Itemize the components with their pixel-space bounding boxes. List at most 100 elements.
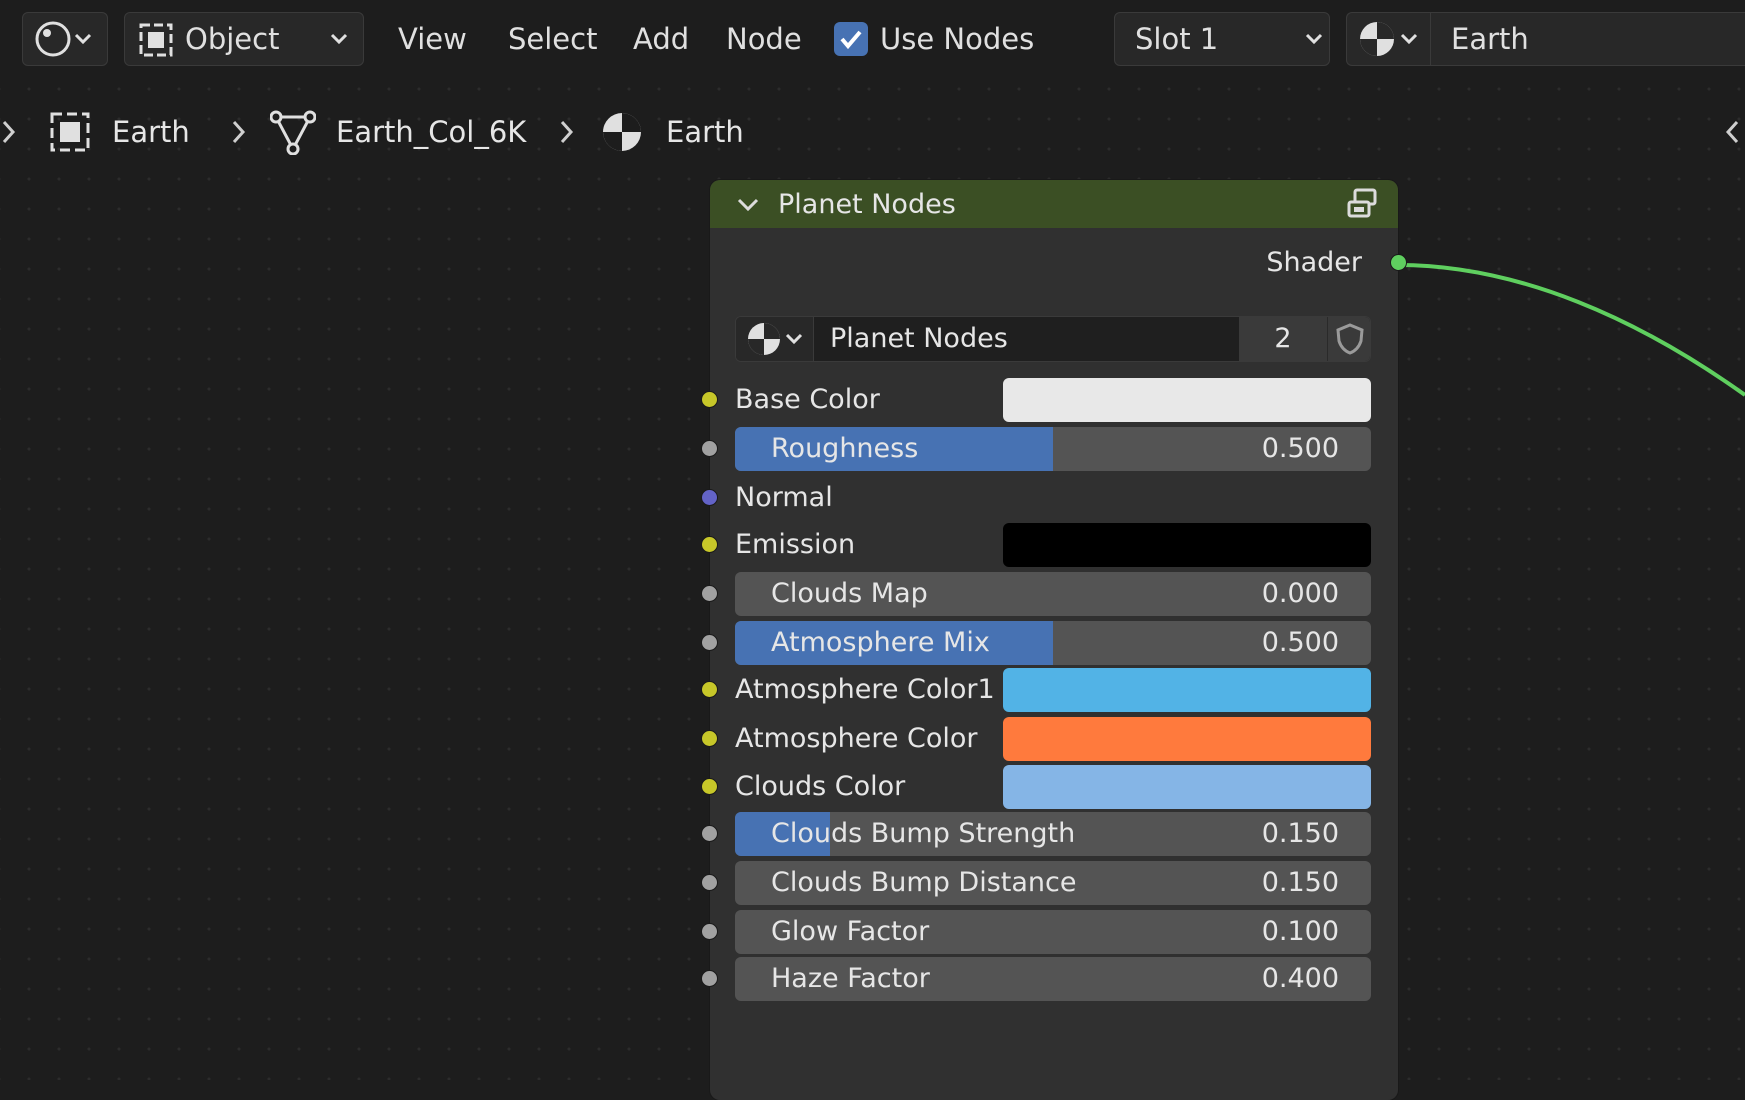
slider-value: 0.500 xyxy=(1261,627,1339,658)
mesh-icon xyxy=(270,110,316,155)
group-user-count[interactable]: 2 xyxy=(1239,317,1327,361)
use-nodes-checkbox[interactable] xyxy=(834,22,868,56)
breadcrumb-label: Earth xyxy=(112,115,190,149)
material-browse-button[interactable] xyxy=(1347,13,1431,65)
value-slider[interactable]: Clouds Bump Distance 0.150 xyxy=(735,861,1371,905)
value-slider[interactable]: Atmosphere Mix 0.500 xyxy=(735,621,1371,665)
slot-label: Slot 1 xyxy=(1135,22,1219,56)
input-socket[interactable] xyxy=(701,391,718,408)
group-name[interactable]: Planet Nodes xyxy=(830,317,1008,361)
input-row-base-color: Base Color xyxy=(701,377,1398,423)
node-header[interactable]: Planet Nodes xyxy=(710,180,1398,228)
slider-label: Glow Factor xyxy=(771,916,930,947)
editor-type-button[interactable] xyxy=(22,12,108,66)
input-socket[interactable] xyxy=(701,681,718,698)
input-row-glow-factor: Glow Factor 0.100 xyxy=(701,909,1398,955)
material-name[interactable]: Earth xyxy=(1451,22,1529,56)
output-shader-label: Shader xyxy=(1266,247,1362,278)
breadcrumb-separator-icon xyxy=(232,120,246,144)
collapse-chevron-icon[interactable] xyxy=(736,192,760,216)
menu-view[interactable]: View xyxy=(398,20,467,58)
color-swatch[interactable] xyxy=(1003,668,1371,712)
editor-header: Object View Select Add Node Use Nodes Sl… xyxy=(0,0,1745,78)
input-socket[interactable] xyxy=(701,634,718,651)
value-slider[interactable]: Roughness 0.500 xyxy=(735,427,1371,471)
slider-label: Clouds Bump Distance xyxy=(771,867,1077,898)
input-row-clouds-bump-strength: Clouds Bump Strength 0.150 xyxy=(701,811,1398,857)
material-icon xyxy=(603,113,641,151)
input-socket[interactable] xyxy=(701,730,718,747)
breadcrumb-separator-icon xyxy=(560,120,574,144)
shield-icon xyxy=(1336,323,1364,355)
input-label: Emission xyxy=(735,529,856,560)
input-socket[interactable] xyxy=(701,585,718,602)
breadcrumb-label: Earth xyxy=(666,115,744,149)
shader-output-socket[interactable] xyxy=(1390,254,1407,271)
input-row-normal: Normal xyxy=(701,475,1398,521)
menu-add[interactable]: Add xyxy=(633,20,689,58)
input-row-haze-factor: Haze Factor 0.400 xyxy=(701,956,1398,1002)
slider-value: 0.100 xyxy=(1261,916,1339,947)
use-nodes-label[interactable]: Use Nodes xyxy=(880,20,1034,58)
input-socket[interactable] xyxy=(701,923,718,940)
slider-label: Clouds Bump Strength xyxy=(771,818,1076,849)
input-socket[interactable] xyxy=(701,536,718,553)
node-group-icon[interactable] xyxy=(1346,188,1380,220)
sidebar-toggle-icon[interactable] xyxy=(1722,108,1742,156)
input-row-atmosphere-color1: Atmosphere Color1 xyxy=(701,667,1398,713)
input-row-atmosphere-color: Atmosphere Color xyxy=(701,716,1398,762)
input-row-atmosphere-mix: Atmosphere Mix 0.500 xyxy=(701,620,1398,666)
slider-label: Haze Factor xyxy=(771,963,930,994)
output-shader-row: Shader xyxy=(710,240,1407,286)
object-icon xyxy=(139,23,173,57)
slider-value: 0.000 xyxy=(1261,578,1339,609)
breadcrumb-item-material: Earth xyxy=(600,108,744,156)
slider-label: Roughness xyxy=(771,433,919,464)
value-slider[interactable]: Clouds Map 0.000 xyxy=(735,572,1371,616)
value-slider[interactable]: Clouds Bump Strength 0.150 xyxy=(735,812,1371,856)
input-row-emission: Emission xyxy=(701,522,1398,568)
input-label: Atmosphere Color1 xyxy=(735,674,995,705)
input-label: Clouds Color xyxy=(735,771,906,802)
group-browse-button[interactable] xyxy=(736,317,814,361)
menu-node[interactable]: Node xyxy=(726,20,802,58)
color-swatch[interactable] xyxy=(1003,765,1371,809)
input-label: Normal xyxy=(735,482,833,513)
breadcrumb-label: Earth_Col_6K xyxy=(336,115,527,149)
editor-type-icon xyxy=(35,21,71,57)
input-socket[interactable] xyxy=(701,440,718,457)
object-mode-label: Object xyxy=(185,22,280,56)
expand-arrow-icon[interactable] xyxy=(0,108,20,156)
slider-value: 0.400 xyxy=(1261,963,1339,994)
color-swatch[interactable] xyxy=(1003,523,1371,567)
input-row-clouds-bump-distance: Clouds Bump Distance 0.150 xyxy=(701,860,1398,906)
object-icon xyxy=(50,112,90,152)
node-group-selector[interactable]: Planet Nodes 2 xyxy=(735,316,1371,362)
value-slider[interactable]: Haze Factor 0.400 xyxy=(735,957,1371,1001)
chevron-down-icon xyxy=(1306,33,1323,45)
material-selector[interactable]: Earth xyxy=(1346,12,1745,66)
menu-select[interactable]: Select xyxy=(508,20,597,58)
slider-label: Atmosphere Mix xyxy=(771,627,990,658)
input-row-roughness: Roughness 0.500 xyxy=(701,426,1398,472)
input-socket[interactable] xyxy=(701,489,718,506)
slider-value: 0.500 xyxy=(1261,433,1339,464)
input-socket[interactable] xyxy=(701,825,718,842)
input-row-clouds-color: Clouds Color xyxy=(701,764,1398,810)
color-swatch[interactable] xyxy=(1003,717,1371,761)
material-icon xyxy=(748,323,780,355)
input-socket[interactable] xyxy=(701,874,718,891)
input-socket[interactable] xyxy=(701,970,718,987)
node-title: Planet Nodes xyxy=(778,188,956,220)
chevron-down-icon xyxy=(1400,33,1418,45)
slot-dropdown[interactable]: Slot 1 xyxy=(1114,12,1330,66)
planet-nodes-node[interactable]: Planet Nodes Shader Planet Nodes 2 Base … xyxy=(701,180,1407,1100)
input-label: Base Color xyxy=(735,384,880,415)
material-icon xyxy=(1360,22,1394,56)
color-swatch[interactable] xyxy=(1003,378,1371,422)
value-slider[interactable]: Glow Factor 0.100 xyxy=(735,910,1371,954)
object-mode-dropdown[interactable]: Object xyxy=(124,12,364,66)
input-socket[interactable] xyxy=(701,778,718,795)
fake-user-button[interactable] xyxy=(1327,317,1370,361)
breadcrumb: Earth Earth_Col_6K Earth xyxy=(0,108,1745,156)
